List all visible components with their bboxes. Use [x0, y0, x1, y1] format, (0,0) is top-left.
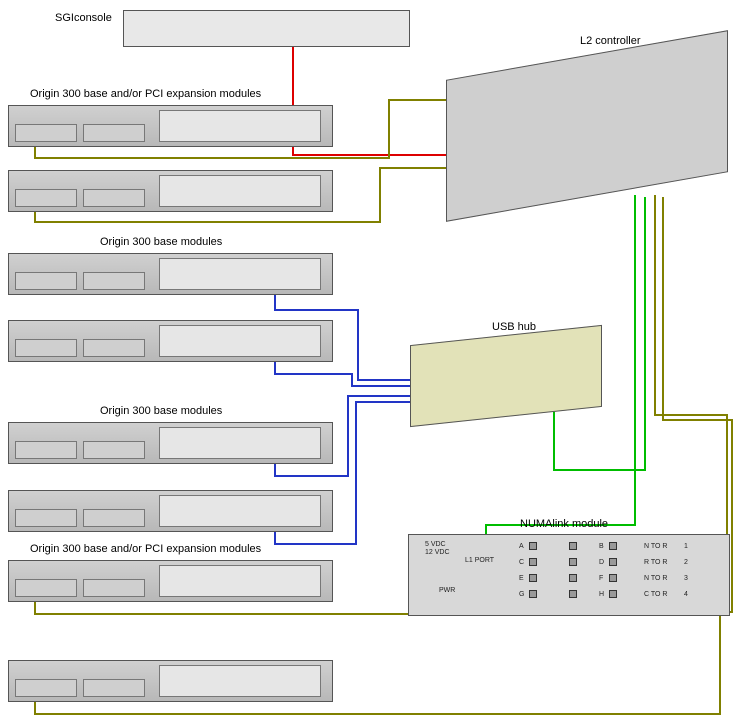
- numalink-port-C: C: [519, 559, 524, 566]
- label-numalink: NUMAlink module: [520, 518, 608, 530]
- label-group-top: Origin 300 base and/or PCI expansion mod…: [30, 88, 261, 100]
- numalink-idx-4: 4: [684, 591, 688, 598]
- numalink-pwr: PWR: [439, 587, 455, 594]
- numalink-idx-1: 1: [684, 543, 688, 550]
- numalink-port-F: F: [599, 575, 603, 582]
- device-sgiconsole: [123, 10, 410, 47]
- numalink-port-H: H: [599, 591, 604, 598]
- device-origin300-module-6: [8, 490, 333, 532]
- numalink-port-D: D: [599, 559, 604, 566]
- numalink-idx-2: 2: [684, 559, 688, 566]
- label-sgiconsole: SGIconsole: [55, 12, 112, 24]
- device-origin300-module-3: [8, 253, 333, 295]
- numalink-port-E: E: [519, 575, 524, 582]
- numalink-ntor-4: C TO R: [644, 591, 667, 598]
- label-group-mid2: Origin 300 base modules: [100, 405, 222, 417]
- numalink-l1port: L1 PORT: [465, 557, 494, 564]
- numalink-pwr-5v: 5 VDC: [425, 541, 446, 548]
- device-origin300-module-4: [8, 320, 333, 362]
- label-group-bot: Origin 300 base and/or PCI expansion mod…: [30, 543, 261, 555]
- device-origin300-module-1: [8, 105, 333, 147]
- numalink-ntor-1: N TO R: [644, 543, 667, 550]
- numalink-port-B: B: [599, 543, 604, 550]
- numalink-port-A: A: [519, 543, 524, 550]
- diagram-stage: { "labels": { "sgiconsole": "SGIconsole"…: [0, 0, 744, 727]
- label-group-mid1: Origin 300 base modules: [100, 236, 222, 248]
- label-usbhub: USB hub: [492, 321, 536, 333]
- device-origin300-module-7: [8, 560, 333, 602]
- device-origin300-module-2: [8, 170, 333, 212]
- numalink-pwr-12v: 12 VDC: [425, 549, 450, 556]
- label-l2: L2 controller: [580, 35, 641, 47]
- numalink-ntor-3: N TO R: [644, 575, 667, 582]
- device-numalink-module: 5 VDC 12 VDC L1 PORT PWR A B N TO R 1 C D R TO…: [408, 534, 730, 616]
- numalink-port-G: G: [519, 591, 524, 598]
- device-origin300-module-5: [8, 422, 333, 464]
- numalink-idx-3: 3: [684, 575, 688, 582]
- wire-12: [275, 360, 410, 386]
- numalink-ntor-2: R TO R: [644, 559, 667, 566]
- device-origin300-module-8: [8, 660, 333, 702]
